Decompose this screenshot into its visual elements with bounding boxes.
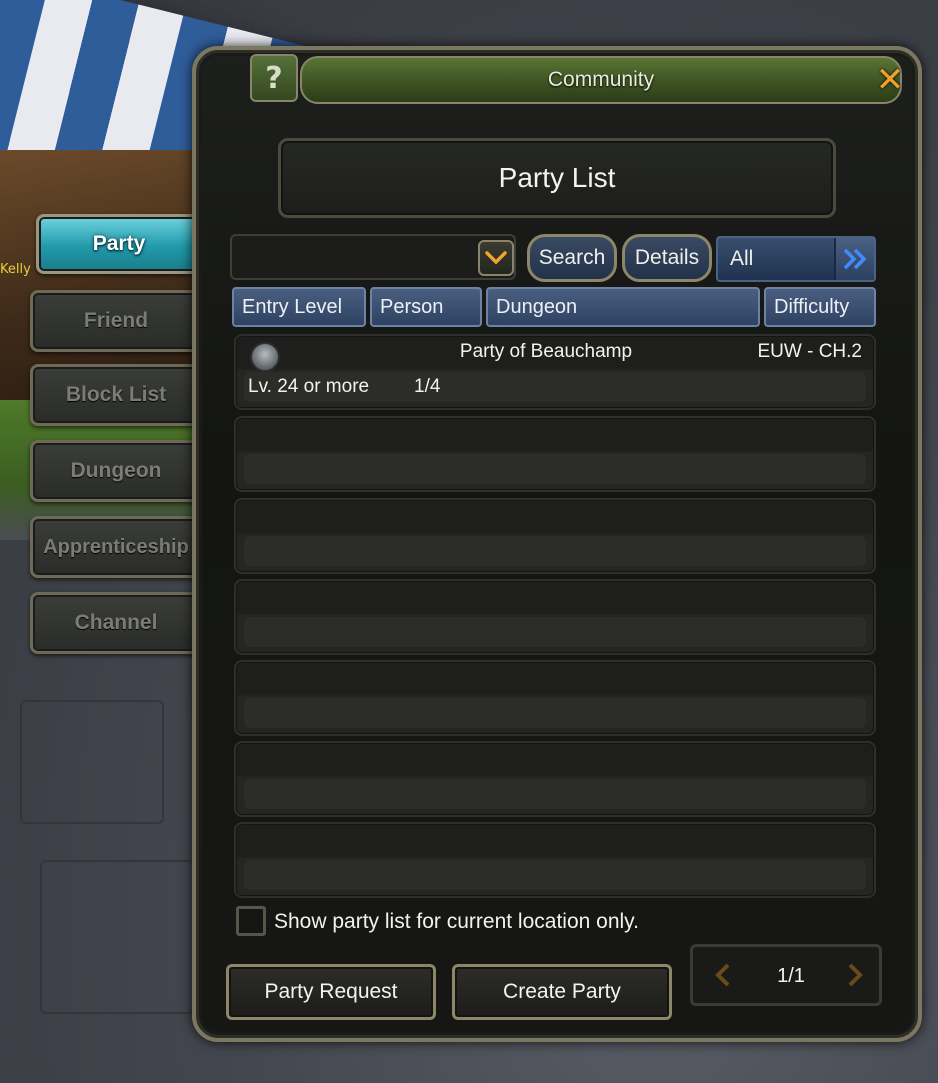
column-header-entry-level[interactable]: Entry Level (232, 287, 366, 327)
empty-party-row (234, 741, 876, 817)
paving-stone (40, 860, 194, 1014)
next-page-button[interactable] (837, 955, 873, 995)
paving-stone (20, 700, 164, 824)
chevron-left-icon (715, 963, 730, 987)
party-row[interactable]: Party of Beauchamp EUW - CH.2 Lv. 24 or … (234, 334, 876, 410)
row-detail-strip (244, 454, 866, 484)
page-indicator: 1/1 (777, 965, 805, 987)
tab-dungeon[interactable]: Dungeon (30, 440, 202, 502)
prev-page-button[interactable] (705, 955, 741, 995)
search-input[interactable] (230, 234, 516, 280)
row-detail-strip (244, 860, 866, 890)
party-difficulty: EUW - CH.2 (757, 341, 863, 362)
tab-apprenticeship[interactable]: Apprenticeship (30, 516, 202, 578)
dropdown-button[interactable] (478, 240, 514, 276)
empty-party-row (234, 416, 876, 492)
tab-block-list[interactable]: Block List (30, 364, 202, 426)
close-button[interactable]: ✕ (870, 60, 910, 100)
window-titlebar: Community (300, 56, 902, 104)
search-button[interactable]: Search (527, 234, 617, 282)
pagination: 1/1 (690, 944, 882, 1006)
party-request-button[interactable]: Party Request (226, 964, 436, 1020)
double-chevron-right-icon (843, 248, 867, 270)
tab-friend[interactable]: Friend (30, 290, 202, 352)
page-title: Party List (278, 138, 836, 218)
party-entry-level: Lv. 24 or more (248, 376, 370, 397)
empty-party-row (234, 660, 876, 736)
player-name-tag: Kelly (0, 262, 31, 277)
scope-next-button[interactable] (834, 238, 874, 280)
column-header-dungeon[interactable]: Dungeon (486, 287, 760, 327)
row-detail-strip (244, 536, 866, 566)
chevron-down-icon (485, 251, 507, 265)
window-title: Community (547, 68, 655, 91)
tab-channel[interactable]: Channel (30, 592, 202, 654)
chevron-right-icon (848, 963, 863, 987)
row-detail-strip (244, 698, 866, 728)
location-only-checkbox[interactable] (236, 906, 266, 936)
party-name: Party of Beauchamp (459, 341, 633, 362)
scope-select-value: All (730, 247, 754, 270)
party-helmet-icon (250, 342, 280, 372)
column-header-person[interactable]: Person (370, 287, 482, 327)
help-button[interactable]: ? (250, 54, 298, 102)
location-only-label: Show party list for current location onl… (274, 910, 639, 933)
row-detail-strip (244, 617, 866, 647)
tab-party[interactable]: Party (36, 214, 202, 274)
empty-party-row (234, 498, 876, 574)
create-party-button[interactable]: Create Party (452, 964, 672, 1020)
empty-party-row (234, 822, 876, 898)
row-detail-strip (244, 779, 866, 809)
details-button[interactable]: Details (622, 234, 712, 282)
column-header-difficulty[interactable]: Difficulty (764, 287, 876, 327)
empty-party-row (234, 579, 876, 655)
party-person-count: 1/4 (414, 376, 441, 397)
